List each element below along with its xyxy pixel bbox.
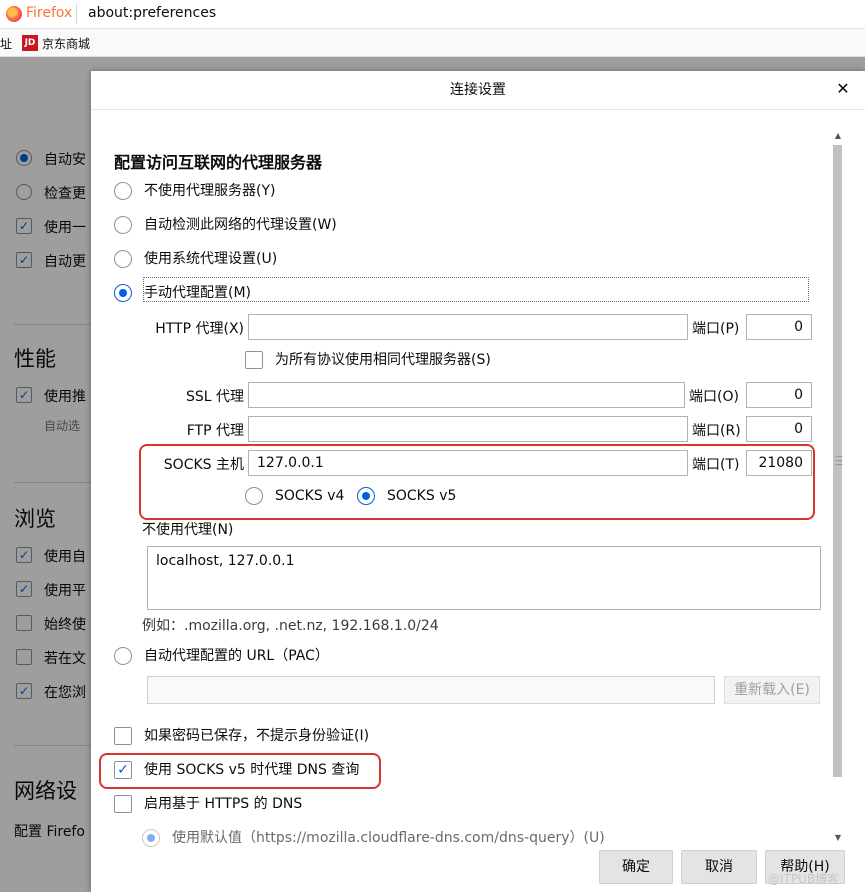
radio-button[interactable] [114, 216, 132, 234]
checkbox[interactable] [245, 351, 263, 369]
dialog-content: 配置访问互联网的代理服务器 不使用代理服务器(Y) 自动检测此网络的代理设置(W… [91, 110, 829, 850]
grip-icon: — — — [835, 452, 843, 469]
radio-label: 使用默认值（https://mozilla.cloudflare-dns.com… [172, 830, 605, 846]
scroll-up-icon[interactable]: ▲ [831, 129, 845, 143]
checkbox-label: 启用基于 HTTPS 的 DNS [144, 796, 303, 812]
ftp-port-input[interactable] [746, 416, 812, 442]
radio-button[interactable] [114, 647, 132, 665]
no-proxy-textarea[interactable]: localhost, 127.0.0.1 [147, 546, 821, 610]
pac-url-input [147, 676, 715, 704]
dialog-title: 连接设置 [91, 71, 865, 110]
bookmarks-toolbar: 址 JD 京东商城 [0, 29, 865, 57]
radio-label: 自动代理配置的 URL（PAC） [144, 648, 329, 664]
scrollbar-thumb[interactable]: — — — [833, 145, 843, 777]
checkbox-label: 如果密码已保存，不提示身份验证(I) [144, 728, 370, 744]
bookmark-item[interactable]: 址 [0, 35, 12, 52]
watermark: @ITPUB博客 [768, 872, 840, 886]
no-proxy-hint: 例如：.mozilla.org, .net.nz, 192.168.1.0/24 [142, 618, 439, 634]
reload-button: 重新载入(E) [724, 676, 820, 704]
no-proxy-label: 不使用代理(N) [142, 522, 234, 538]
url-text[interactable]: about:preferences [88, 5, 216, 21]
http-port-input[interactable] [746, 314, 812, 340]
ftp-proxy-input[interactable] [248, 416, 688, 442]
ssl-port-input[interactable] [746, 382, 812, 408]
radio-button [142, 829, 160, 847]
radio-button[interactable] [114, 284, 132, 302]
ssl-proxy-label: SSL 代理 [185, 389, 244, 405]
radio-label: 不使用代理服务器(Y) [144, 183, 276, 199]
cancel-button[interactable]: 取消 [681, 850, 757, 884]
close-icon[interactable]: ✕ [835, 81, 851, 97]
http-proxy-label: HTTP 代理(X) [155, 321, 244, 337]
highlight-box-socks [139, 444, 815, 520]
http-port-label: 端口(P) [692, 321, 740, 337]
ftp-proxy-label: FTP 代理 [186, 423, 244, 439]
firefox-logo-icon [6, 6, 22, 22]
radio-label: 使用系统代理设置(U) [144, 251, 278, 267]
http-proxy-input[interactable] [248, 314, 688, 340]
checkbox-label: 为所有协议使用相同代理服务器(S) [275, 352, 491, 368]
ftp-port-label: 端口(R) [692, 423, 741, 439]
connection-settings-dialog: 连接设置 ✕ 配置访问互联网的代理服务器 不使用代理服务器(Y) 自动检测此网络… [91, 71, 865, 892]
ok-button[interactable]: 确定 [599, 850, 673, 884]
app-name: Firefox [26, 5, 73, 21]
ssl-proxy-input[interactable] [248, 382, 685, 408]
radio-button[interactable] [114, 182, 132, 200]
checkbox[interactable] [114, 795, 132, 813]
scroll-down-icon[interactable]: ▼ [831, 831, 845, 845]
radio-label: 手动代理配置(M) [144, 285, 252, 301]
radio-label: 自动检测此网络的代理设置(W) [144, 217, 337, 233]
scrollbar[interactable]: ▲ — — — ▼ [831, 129, 845, 845]
dialog-title-text: 连接设置 [450, 82, 506, 98]
jd-favicon-icon: JD [22, 35, 38, 51]
checkbox[interactable] [114, 727, 132, 745]
url-bar[interactable]: Firefox about:preferences [0, 0, 865, 29]
bookmark-jd[interactable]: 京东商城 [42, 35, 90, 52]
ssl-port-label: 端口(O) [689, 389, 739, 405]
radio-button[interactable] [114, 250, 132, 268]
url-separator [76, 4, 77, 24]
section-title: 配置访问互联网的代理服务器 [114, 153, 323, 172]
highlight-box-dns [99, 753, 381, 789]
